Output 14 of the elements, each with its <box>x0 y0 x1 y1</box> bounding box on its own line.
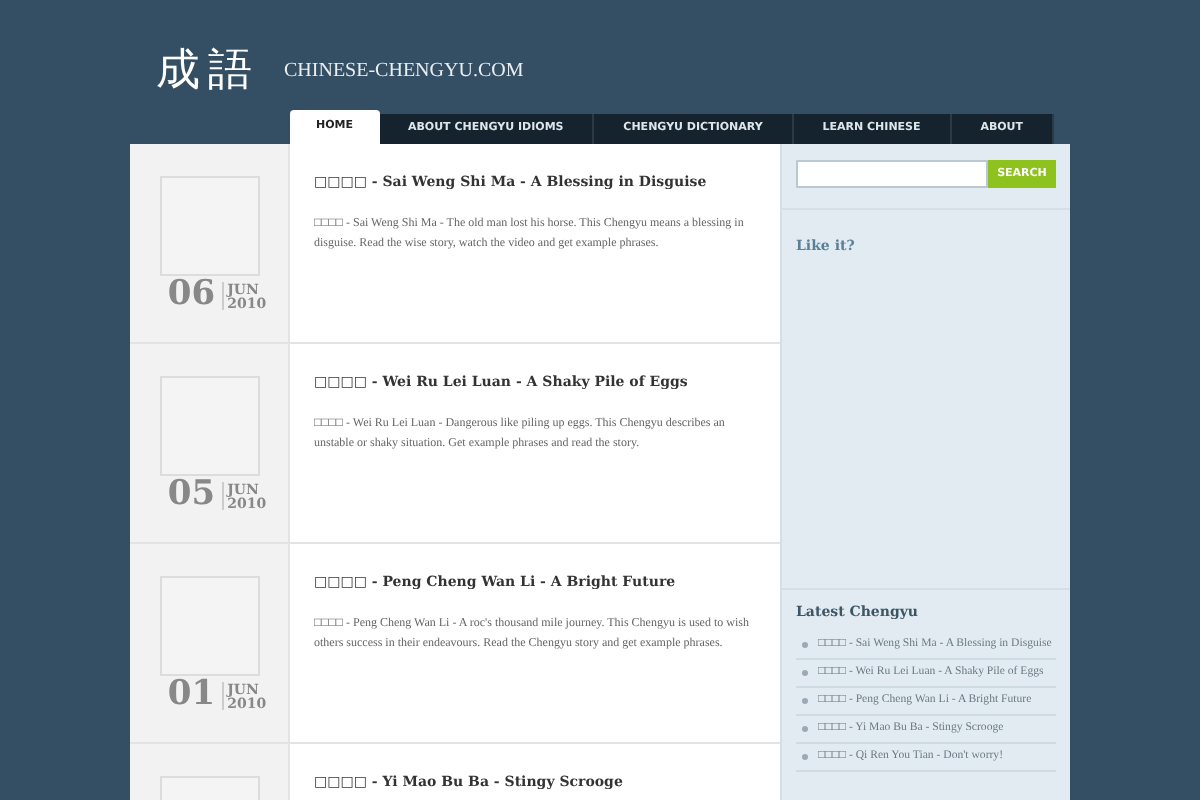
bullet-icon <box>802 697 808 703</box>
thumbnail-frame <box>159 376 259 476</box>
bullet-icon <box>802 669 808 675</box>
search-field[interactable] <box>796 160 988 188</box>
post-day: 05 <box>167 478 216 512</box>
site-name[interactable]: CHINESE-CHENGYU.COM <box>284 61 524 81</box>
post-day: 01 <box>167 678 216 712</box>
bullet-icon <box>802 725 808 731</box>
thumbnail-frame <box>159 576 259 676</box>
bullet-icon <box>802 753 808 759</box>
logo-mark[interactable]: 成語 <box>156 49 260 93</box>
bullet-icon <box>802 641 808 647</box>
post-day: 06 <box>167 278 216 312</box>
thumbnail-frame <box>159 176 259 276</box>
